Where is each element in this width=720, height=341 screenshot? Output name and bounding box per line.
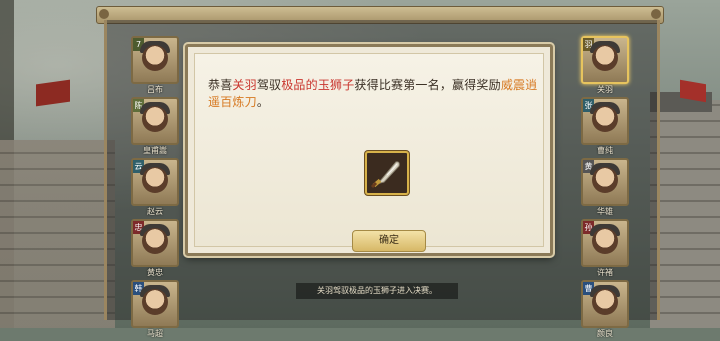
- hero-name: 颜良: [597, 329, 613, 338]
- hero-portrait: [142, 167, 168, 193]
- scroll-knob-right-icon: [651, 9, 661, 19]
- msg-text: 获得比赛第一名，赢得奖励: [354, 78, 501, 92]
- hero-card[interactable]: 陈 皇甫嵩: [131, 97, 179, 155]
- hero-card[interactable]: 忠 黄忠: [131, 219, 179, 277]
- hero-name: 皇甫嵩: [143, 146, 167, 155]
- hero-portrait: [592, 228, 618, 254]
- reward-message: 恭喜关羽驾驭极品的玉狮子获得比赛第一名，赢得奖励威震逍遥百炼刀。: [208, 77, 543, 111]
- hero-name: 曹纯: [597, 146, 613, 155]
- hero-portrait: [142, 228, 168, 254]
- msg-text: 。: [256, 95, 270, 109]
- dialog-panel: 恭喜关羽驾驭极品的玉狮子获得比赛第一名，赢得奖励威震逍遥百炼刀。 确定: [194, 53, 544, 252]
- hero-portrait: [142, 289, 168, 315]
- steed-highlight: 极品的玉狮子: [281, 78, 355, 92]
- confirm-button[interactable]: 确定: [352, 230, 426, 252]
- hero-portrait: [592, 45, 618, 71]
- hero-portrait: [142, 45, 168, 71]
- hero-name: 黄忠: [147, 268, 163, 277]
- left-hero-column: 7 吕布 陈 皇甫嵩 云 赵云 忠 黄忠 韩 马超: [131, 36, 179, 341]
- race-log-text: 关羽驾驭极品的玉狮子进入决赛。: [296, 283, 458, 299]
- hero-name: 关羽: [597, 85, 613, 94]
- hero-name: 华雄: [597, 207, 613, 216]
- city-wall-right: [650, 100, 720, 328]
- hero-name: 赵云: [147, 207, 163, 216]
- msg-text: 恭喜: [208, 78, 233, 92]
- hero-card[interactable]: 7 吕布: [131, 36, 179, 94]
- hero-portrait: [592, 289, 618, 315]
- hero-card[interactable]: 曹 颜良: [581, 280, 629, 338]
- hero-portrait: [592, 106, 618, 132]
- hero-card[interactable]: 韩 马超: [131, 280, 179, 338]
- reward-dialog: 恭喜关羽驾驭极品的玉狮子获得比赛第一名，赢得奖励威震逍遥百炼刀。 确定: [185, 44, 553, 256]
- hero-card[interactable]: 张 曹纯: [581, 97, 629, 155]
- hero-highlight: 关羽: [232, 78, 257, 92]
- hero-card[interactable]: 孙 许褚: [581, 219, 629, 277]
- blade-icon[interactable]: [365, 151, 409, 195]
- hero-card[interactable]: 云 赵云: [131, 158, 179, 216]
- right-hero-column: 羽 关羽 张 曹纯 黄 华雄 孙 许褚 曹 颜良: [581, 36, 629, 341]
- hero-name: 许褚: [597, 268, 613, 277]
- hero-portrait: [142, 106, 168, 132]
- hero-card-selected[interactable]: 羽 关羽: [581, 36, 629, 94]
- msg-text: 驾驭: [256, 78, 282, 92]
- scroll-knob-left-icon: [99, 9, 109, 19]
- hero-card[interactable]: 黄 华雄: [581, 158, 629, 216]
- hero-name: 马超: [147, 329, 163, 338]
- hero-portrait: [592, 167, 618, 193]
- city-wall-left: [0, 140, 115, 328]
- hero-name: 吕布: [147, 85, 163, 94]
